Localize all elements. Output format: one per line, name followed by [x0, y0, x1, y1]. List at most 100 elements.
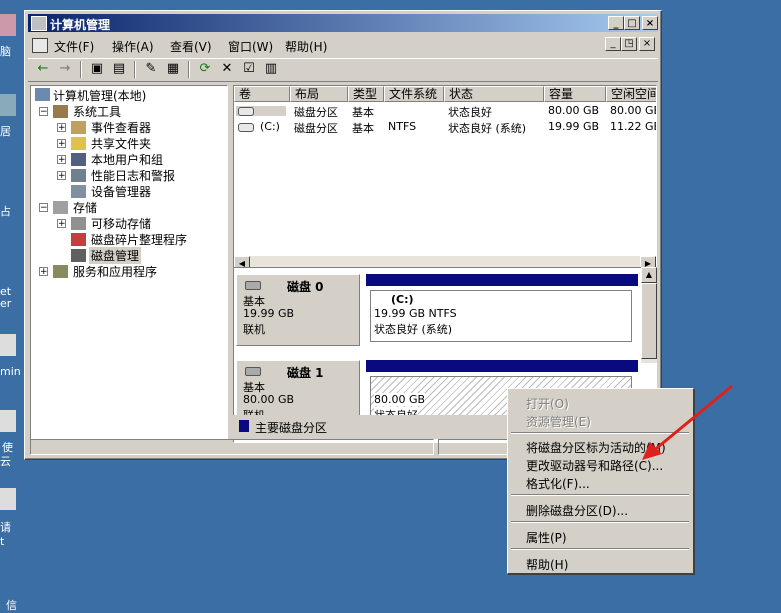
menu-item-properties[interactable]: 属性(P) — [526, 529, 567, 546]
vertical-scrollbar[interactable]: ▲ — [641, 267, 657, 363]
column-header-filesystem[interactable]: 文件系统 — [384, 86, 444, 102]
table-row[interactable]: (C:) 磁盘分区 基本 NTFS 状态良好 (系统) 19.99 GB 11.… — [234, 119, 656, 135]
tree-item-shared-folders[interactable]: 共享文件夹 — [91, 135, 151, 152]
menu-item-explore[interactable]: 资源管理(E) — [526, 413, 591, 430]
menu-item-format[interactable]: 格式化(F)... — [526, 475, 590, 492]
scroll-up-icon[interactable]: ▲ — [641, 267, 657, 283]
tree-item-device-manager[interactable]: 设备管理器 — [91, 183, 151, 200]
column-header-type[interactable]: 类型 — [348, 86, 384, 102]
back-icon[interactable]: ← — [34, 61, 52, 77]
expand-icon[interactable]: + — [39, 267, 48, 277]
status-pane — [30, 439, 434, 455]
tree-item-event-viewer[interactable]: 事件查看器 — [91, 119, 151, 136]
toolbar-separator — [80, 61, 82, 78]
legend-swatch — [239, 420, 249, 432]
desktop-icon[interactable] — [0, 94, 16, 116]
mdi-restore-button[interactable]: ◳ — [621, 37, 637, 51]
menu-item-delete-partition[interactable]: 删除磁盘分区(D)... — [526, 502, 628, 519]
desktop-icon[interactable] — [0, 334, 16, 356]
desktop-label: 信 — [6, 599, 17, 612]
performance-icon — [71, 169, 86, 182]
tree-item-system-tools[interactable]: 系统工具 — [73, 103, 121, 120]
collapse-icon[interactable]: − — [39, 203, 48, 213]
volume-name: (C:) — [391, 293, 414, 306]
users-icon — [71, 153, 86, 166]
column-header-layout[interactable]: 布局 — [290, 86, 348, 102]
expand-icon[interactable]: + — [57, 123, 66, 133]
disk-state: 联机 — [243, 323, 265, 336]
volume-body: (C:) 19.99 GB NTFS 状态良好 (系统) — [370, 290, 632, 342]
close-button[interactable]: × — [642, 16, 658, 30]
mdi-close-button[interactable]: × — [639, 37, 655, 51]
disk-size: 19.99 GB — [243, 307, 295, 320]
cell-status: 状态良好 — [448, 106, 492, 119]
desktop-label: 使 — [2, 441, 13, 454]
tree-item-disk-management[interactable]: 磁盘管理 — [89, 247, 142, 264]
cell-volume: (C:) — [260, 120, 280, 133]
volume-size: 80.00 GB — [374, 393, 426, 406]
minimize-button[interactable]: _ — [608, 16, 624, 30]
column-header-volume[interactable]: 卷 — [234, 86, 290, 102]
table-row[interactable]: 磁盘分区 基本 状态良好 80.00 GB 80.00 GB — [234, 103, 656, 119]
collapse-icon[interactable]: − — [39, 107, 48, 117]
delete-icon[interactable]: ✕ — [218, 61, 236, 77]
properties-icon[interactable]: ✎ — [142, 61, 160, 77]
refresh-icon[interactable]: ⟳ — [196, 61, 214, 77]
menu-bar: 文件(F) 操作(A) 查看(V) 窗口(W) 帮助(H) _ ◳ × — [28, 35, 658, 55]
column-header-capacity[interactable]: 容量 — [544, 86, 606, 102]
check-icon[interactable]: ☑ — [240, 61, 258, 77]
disk-0-volume[interactable]: (C:) 19.99 GB NTFS 状态良好 (系统) — [366, 274, 638, 346]
column-header-free-space[interactable]: 空闲空间 — [606, 86, 656, 102]
expand-icon[interactable]: + — [57, 155, 66, 165]
menu-item-open[interactable]: 打开(O) — [526, 395, 569, 412]
menu-view[interactable]: 查看(V) — [170, 38, 212, 55]
navigation-tree: 计算机管理(本地) − 系统工具 + 事件查看器 + 共享文件夹 + 本地用户和… — [30, 85, 228, 440]
desktop-label: min — [0, 365, 21, 378]
primary-partition-bar — [366, 360, 638, 372]
maximize-button[interactable]: □ — [624, 16, 640, 30]
menu-file[interactable]: 文件(F) — [54, 38, 94, 55]
desktop-icon[interactable] — [0, 410, 16, 432]
export-list-icon[interactable]: ▦ — [164, 61, 182, 77]
desktop-label: 请 — [0, 521, 11, 534]
forward-icon[interactable]: → — [56, 61, 74, 77]
help-topics-icon[interactable]: ▥ — [262, 61, 280, 77]
expand-icon[interactable]: + — [57, 219, 66, 229]
column-header-status[interactable]: 状态 — [444, 86, 544, 102]
menu-action[interactable]: 操作(A) — [112, 38, 154, 55]
mdi-window-icon[interactable] — [32, 38, 48, 53]
disk-0-info[interactable]: 磁盘 0 基本 19.99 GB 联机 — [236, 274, 360, 346]
title-bar[interactable]: 计算机管理 _ □ × — [28, 14, 658, 32]
tree-item-performance-logs[interactable]: 性能日志和警报 — [91, 167, 175, 184]
drive-icon — [238, 107, 254, 116]
menu-separator — [511, 521, 689, 523]
cell-fs: NTFS — [388, 120, 417, 133]
drive-icon — [238, 123, 254, 132]
menu-item-help[interactable]: 帮助(H) — [526, 556, 568, 573]
primary-partition-bar — [366, 274, 638, 286]
desktop-icon[interactable] — [0, 488, 16, 510]
tree-item-storage[interactable]: 存储 — [73, 199, 97, 216]
annotation-arrow-icon — [642, 384, 733, 460]
expand-icon[interactable]: + — [57, 171, 66, 181]
tools-icon — [53, 105, 68, 118]
desktop-icon[interactable] — [0, 14, 16, 36]
disk-name: 磁盘 1 — [287, 366, 324, 380]
mdi-minimize-button[interactable]: _ — [605, 37, 621, 51]
legend-label: 主要磁盘分区 — [255, 421, 328, 435]
tree-item-services-apps[interactable]: 服务和应用程序 — [73, 263, 157, 280]
volume-size: 19.99 GB NTFS — [374, 307, 457, 320]
desktop-label: 居 — [0, 125, 11, 138]
toolbar: ← → ▣ ▤ ✎ ▦ ⟳ ✕ ☑ ▥ — [28, 58, 658, 82]
tree-root[interactable]: 计算机管理(本地) — [53, 87, 146, 104]
menu-window[interactable]: 窗口(W) — [228, 38, 273, 55]
show-tree-icon[interactable]: ▤ — [110, 61, 128, 77]
tree-item-local-users[interactable]: 本地用户和组 — [91, 151, 163, 168]
expand-icon[interactable]: + — [57, 139, 66, 149]
cell-free-space: 80.00 GB — [610, 104, 657, 117]
menu-help[interactable]: 帮助(H) — [285, 38, 327, 55]
tree-item-removable-storage[interactable]: 可移动存储 — [91, 215, 151, 232]
scroll-thumb[interactable] — [641, 283, 657, 359]
tree-item-defragmenter[interactable]: 磁盘碎片整理程序 — [91, 231, 187, 248]
up-folder-icon[interactable]: ▣ — [88, 61, 106, 77]
